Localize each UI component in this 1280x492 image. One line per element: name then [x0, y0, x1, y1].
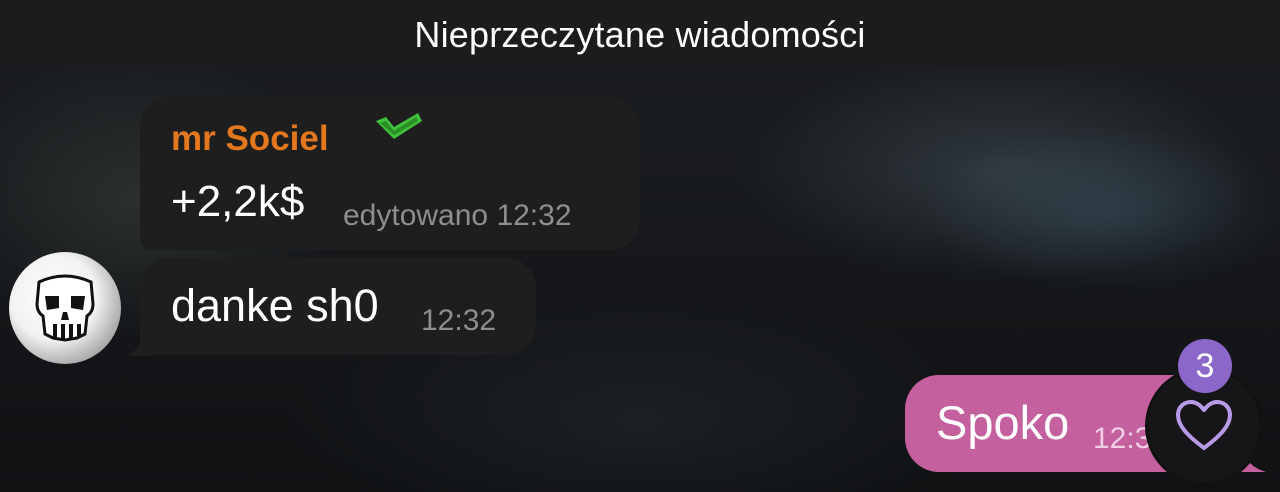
reaction-count: 3 — [1195, 346, 1215, 385]
message-bubble-incoming[interactable]: mr Sociel +2,2k$ edytowano 12:32 — [140, 97, 640, 250]
heart-icon — [1176, 400, 1232, 450]
verified-check-icon — [376, 113, 422, 139]
message-text: +2,2k$ — [171, 177, 305, 226]
message-edited-time: edytowano 12:32 — [343, 199, 572, 232]
banner-title: Nieprzeczytane wiadomości — [414, 14, 866, 55]
message-text: danke sh0 — [171, 280, 379, 331]
sender-name[interactable]: mr Sociel — [171, 119, 329, 159]
message-bubble-incoming[interactable]: danke sh0 12:32 — [140, 258, 536, 355]
message-time: 12:32 — [421, 304, 497, 337]
unread-messages-banner: Nieprzeczytane wiadomości — [0, 0, 1280, 70]
avatar[interactable] — [9, 252, 121, 364]
message-text: Spoko — [936, 396, 1070, 449]
reaction-count-badge: 3 — [1178, 339, 1232, 393]
skull-icon — [35, 274, 95, 342]
